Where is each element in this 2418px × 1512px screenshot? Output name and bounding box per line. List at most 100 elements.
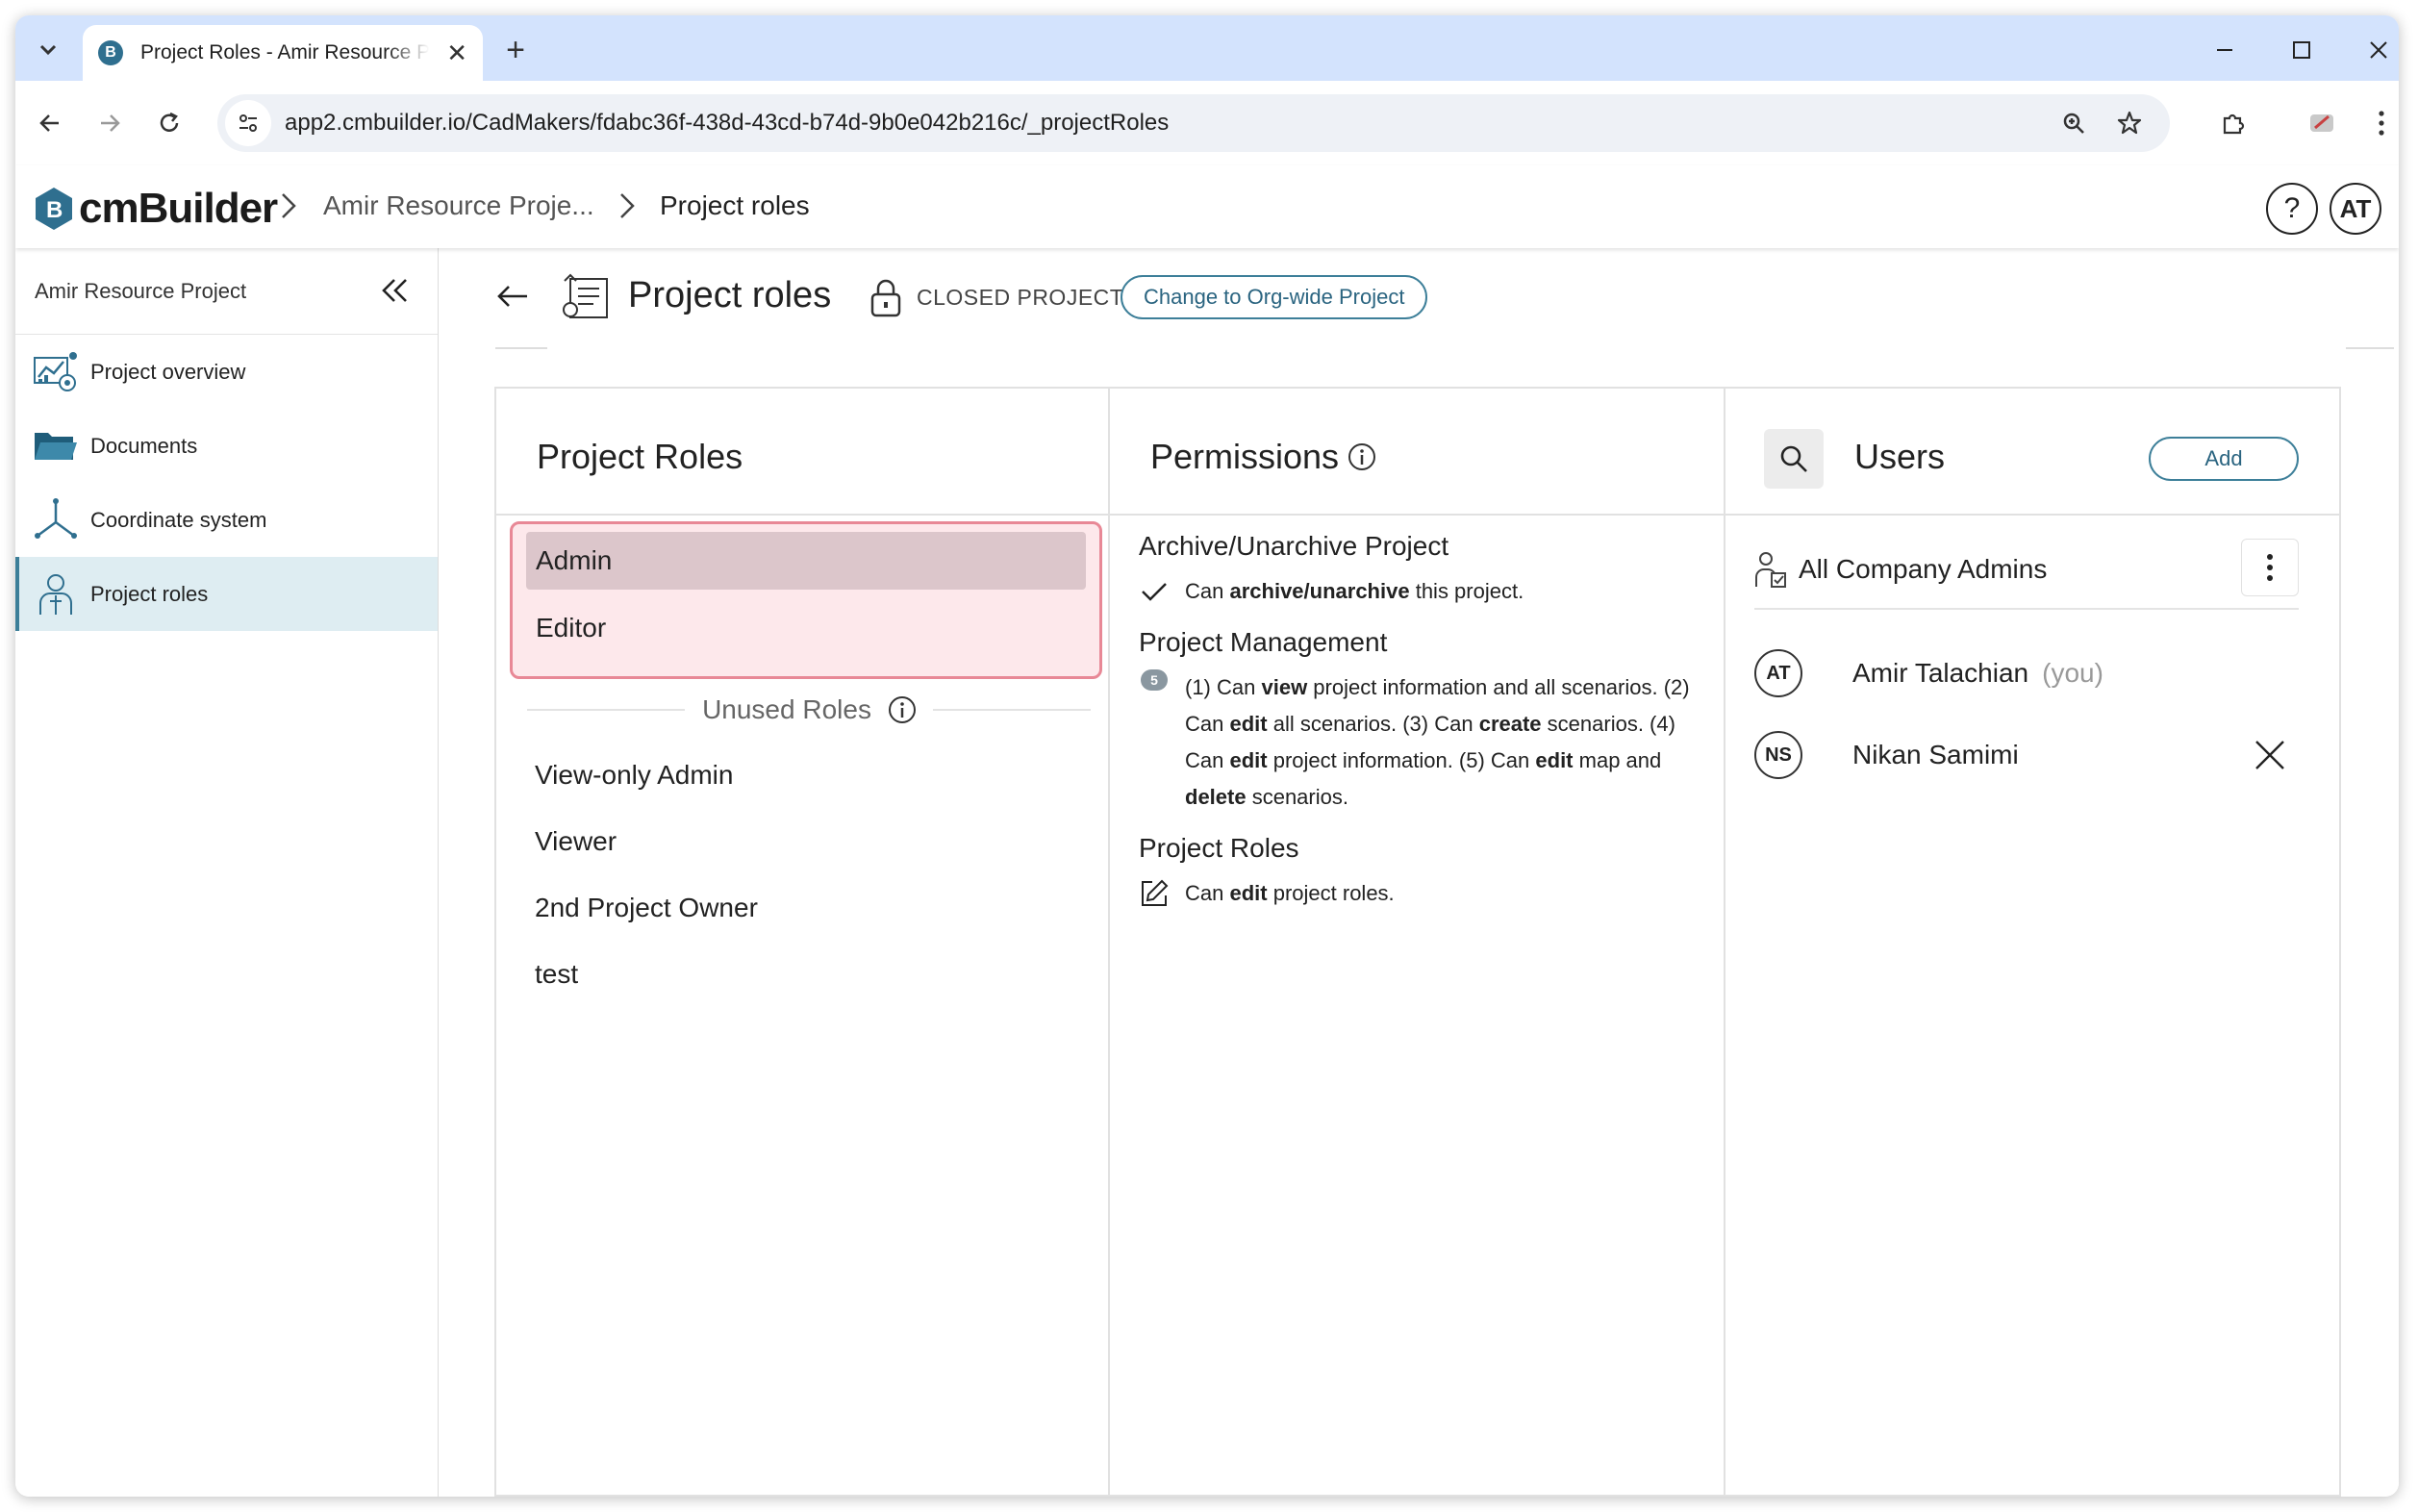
unused-roles-label: Unused Roles [702, 694, 871, 724]
new-tab-button[interactable]: + [496, 31, 535, 69]
sidebar-item-label: Coordinate system [90, 507, 267, 532]
vertical-dots-icon [2379, 111, 2384, 136]
role-item-test[interactable]: test [525, 945, 1083, 1002]
sidebar-item-project-roles[interactable]: Project roles [15, 557, 438, 631]
permission-description: 5 (1) Can view project information and a… [1139, 669, 1706, 816]
chevron-right-icon [282, 193, 296, 218]
header-divider [495, 347, 547, 349]
collapse-sidebar-button[interactable] [373, 269, 416, 312]
panel-header: Users Add [1725, 389, 2339, 516]
url-text: app2.cmbuilder.io/CadMakers/fdabc36f-438… [285, 110, 1170, 136]
admin-group-icon [1755, 552, 1786, 588]
help-button[interactable]: ? [2266, 183, 2318, 235]
permission-text: Can archive/unarchive this project. [1185, 579, 1524, 603]
role-item-admin[interactable]: Admin [526, 532, 1086, 590]
double-chevron-left-icon [382, 279, 407, 302]
permission-section-title: Project Management [1139, 627, 1388, 657]
profile-extension-button[interactable] [2299, 100, 2345, 146]
permission-section-management: Project Management 5 (1) Can view projec… [1139, 627, 1706, 816]
user-name: Nikan Samimi [1852, 740, 2019, 769]
change-to-org-wide-button[interactable]: Change to Org-wide Project [1121, 275, 1428, 319]
role-item-viewer[interactable]: Viewer [525, 813, 1083, 869]
lock-icon [870, 279, 901, 317]
info-icon[interactable] [887, 694, 918, 725]
browser-menu-button[interactable] [2358, 100, 2399, 146]
permissions-list: Archive/Unarchive Project Can archive/un… [1139, 531, 1706, 929]
panel-title: Users [1854, 437, 1946, 476]
user-role-icon [31, 569, 81, 619]
logo-text: cmBuilder [79, 185, 278, 232]
header-divider [2346, 347, 2394, 349]
page-title: Project roles [628, 275, 832, 315]
close-window-button[interactable] [2355, 29, 2399, 71]
group-name: All Company Admins [1799, 554, 2048, 584]
role-item-editor[interactable]: Editor [526, 599, 1086, 657]
page-header: Project roles CLOSED PROJECT Change to O… [440, 248, 2399, 349]
breadcrumb-project[interactable]: Amir Resource Proje... [323, 190, 594, 221]
project-overview-icon [31, 347, 81, 397]
info-icon[interactable] [1347, 441, 1377, 472]
sidebar-item-project-overview[interactable]: Project overview [15, 335, 438, 409]
check-icon [1139, 573, 1170, 610]
extensions-button[interactable] [2210, 100, 2256, 146]
panel-header: Project Roles [496, 389, 1108, 516]
user-avatar: AT [1754, 649, 1802, 697]
browser-window: B Project Roles - Amir Resource Project … [15, 15, 2399, 1497]
role-item-2nd-project-owner[interactable]: 2nd Project Owner [525, 879, 1083, 936]
unused-roles-divider: Unused Roles [527, 689, 1091, 731]
extension-avatar-icon [2310, 114, 2333, 132]
group-menu-button[interactable] [2241, 539, 2299, 596]
maximize-button[interactable] [2278, 29, 2326, 71]
cmbuilder-logo[interactable]: B cmBuilder [35, 185, 278, 233]
search-users-button[interactable] [1764, 429, 1824, 489]
permission-section-title: Project Roles [1139, 833, 1299, 863]
maximize-icon [2293, 41, 2310, 59]
zoom-button[interactable] [2051, 100, 2097, 146]
permission-description: Can archive/unarchive this project. [1139, 573, 1706, 610]
browser-toolbar: app2.cmbuilder.io/CadMakers/fdabc36f-438… [15, 81, 2399, 165]
used-roles-group: Admin Editor [510, 521, 1102, 679]
close-icon [2255, 741, 2284, 769]
axes-icon [31, 495, 81, 545]
permission-section-title: Archive/Unarchive Project [1139, 531, 1449, 561]
remove-user-button[interactable] [2251, 736, 2289, 774]
breadcrumb-current: Project roles [660, 190, 810, 220]
count-badge-value: 5 [1141, 669, 1168, 691]
user-avatar-button[interactable]: AT [2330, 183, 2381, 235]
browser-tab[interactable]: B Project Roles - Amir Resource Project … [83, 25, 483, 81]
sidebar-item-label: Project roles [90, 581, 209, 606]
close-tab-icon[interactable]: ✕ [446, 38, 467, 68]
count-badge: 5 [1139, 669, 1170, 706]
minimize-button[interactable] [2201, 29, 2249, 71]
permission-section-archive: Archive/Unarchive Project Can archive/un… [1139, 531, 1706, 610]
panel-title: Permissions [1150, 437, 1340, 476]
tab-search-button[interactable] [29, 31, 67, 69]
panel-title: Project Roles [537, 437, 743, 476]
site-info-button[interactable] [225, 100, 271, 146]
vertical-dots-icon [2267, 554, 2273, 581]
sidebar-item-coordinate-system[interactable]: Coordinate system [15, 483, 438, 557]
project-roles-panel: Project Roles Admin Editor Unused Roles … [494, 387, 1110, 1497]
permissions-panel: Permissions Archive/Unarchive Project Ca… [1110, 387, 1725, 1497]
sidebar-item-documents[interactable]: Documents [15, 409, 438, 483]
sidebar-item-label: Documents [90, 433, 198, 458]
sidebar: Amir Resource Project Project overview D… [15, 248, 439, 1497]
role-item-view-only-admin[interactable]: View-only Admin [525, 746, 1083, 803]
reload-icon [160, 112, 179, 132]
users-panel: Users Add All Company Admins AT Amir Tal… [1725, 387, 2341, 1497]
page-back-button[interactable] [488, 271, 538, 321]
forward-button[interactable] [87, 100, 133, 146]
arrow-right-icon [101, 114, 120, 132]
permission-section-roles: Project Roles Can edit project roles. [1139, 833, 1706, 912]
chevron-right-icon [620, 193, 635, 218]
reload-button[interactable] [146, 100, 192, 146]
user-avatar: NS [1754, 731, 1802, 779]
add-user-button[interactable]: Add [2149, 437, 2299, 481]
search-icon [1780, 445, 1807, 472]
back-button[interactable] [27, 100, 73, 146]
bookmark-button[interactable] [2106, 100, 2153, 146]
address-bar[interactable]: app2.cmbuilder.io/CadMakers/fdabc36f-438… [217, 94, 2170, 152]
puzzle-icon [2223, 113, 2245, 135]
user-you-tag: (you) [2042, 658, 2103, 688]
minimize-icon [2217, 49, 2232, 51]
